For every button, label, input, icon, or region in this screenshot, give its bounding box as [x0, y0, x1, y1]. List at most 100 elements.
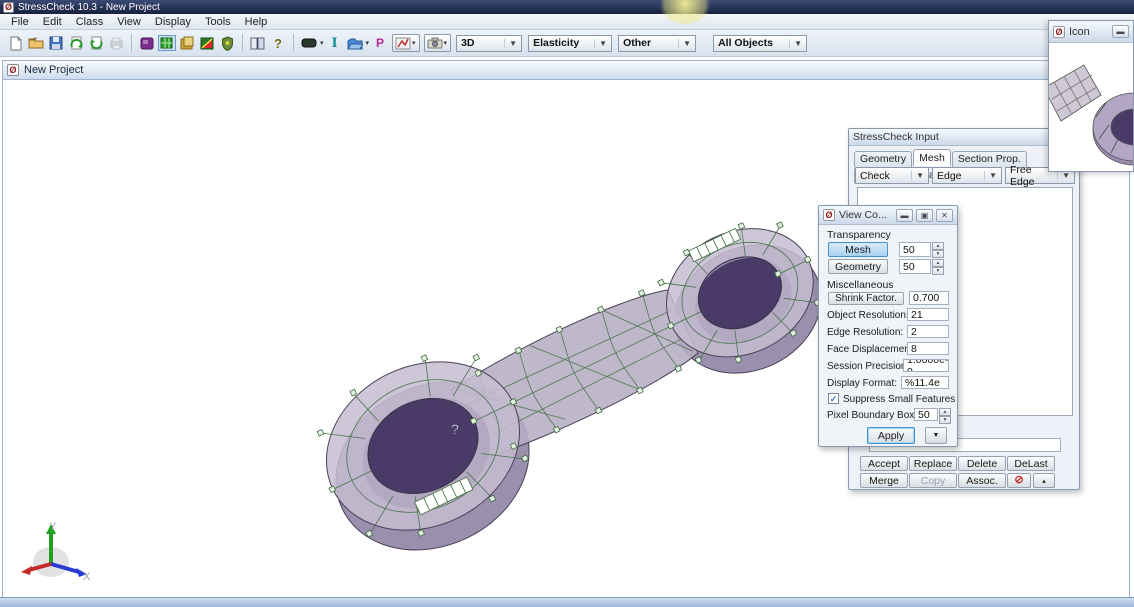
points-toggle-icon[interactable]: P: [371, 35, 389, 51]
scroll-up-icon[interactable]: ▴: [1033, 473, 1055, 488]
view-controls-dialog[interactable]: Ø View Co... ▬ ▣ ✕ Transparency Mesh 50 …: [818, 205, 958, 447]
save-icon[interactable]: [47, 35, 65, 51]
open-folder-icon[interactable]: [27, 35, 45, 51]
project-window-logo-icon: Ø: [7, 64, 19, 76]
svg-text:X: X: [83, 571, 91, 583]
chevron-down-icon: ▼: [984, 171, 997, 180]
input-object-combo[interactable]: Edge▼: [932, 167, 1002, 184]
menu-class[interactable]: Class: [69, 15, 111, 29]
select-filter-combo-value: All Objects: [718, 37, 773, 49]
chevron-down-icon: ▼: [678, 39, 691, 48]
session-precision-field[interactable]: 1.0000e-0: [903, 359, 949, 372]
pixel-boundary-box-spinner[interactable]: ▲▼: [939, 408, 951, 421]
layers-folder-icon[interactable]: [346, 35, 364, 51]
input-method-combo[interactable]: Check▼: [855, 167, 929, 184]
svg-text:Y: Y: [49, 521, 57, 533]
plot-tool-dropdown[interactable]: ▾: [392, 34, 420, 52]
export-model-icon[interactable]: [87, 35, 105, 51]
menu-file[interactable]: File: [4, 15, 36, 29]
session-precision-label: Session Precision:: [827, 361, 909, 372]
tab-geometry[interactable]: Geometry: [854, 151, 912, 167]
geometry-transparency-spinner[interactable]: ▲▼: [932, 259, 944, 274]
reference-combo[interactable]: Other▼: [618, 35, 696, 52]
select-filter-combo[interactable]: All Objects▼: [713, 35, 807, 52]
delete-button[interactable]: Delete: [958, 456, 1006, 471]
icon-window-model-preview: [1049, 43, 1133, 171]
menu-edit[interactable]: Edit: [36, 15, 69, 29]
dimension-combo[interactable]: 3D▼: [456, 35, 522, 52]
icon-window-title: Icon: [1069, 26, 1090, 38]
view-dialog-maximize-button[interactable]: ▣: [916, 209, 933, 222]
geometry-transparency-field[interactable]: 50: [899, 259, 931, 274]
mesh-transparency-field[interactable]: 50: [899, 242, 931, 257]
input-dialog-title: StressCheck Input: [853, 131, 939, 143]
plot-flag-icon[interactable]: [198, 35, 216, 51]
discipline-combo[interactable]: Elasticity▼: [528, 35, 612, 52]
apply-options-dropdown[interactable]: ▼: [925, 427, 947, 444]
material-dropdown-arrow[interactable]: ▾: [320, 39, 324, 47]
import-model-icon[interactable]: [67, 35, 85, 51]
app-titlebar: Ø StressCheck 10.3 - New Project: [0, 0, 1134, 14]
edge-resolution-label: Edge Resolution:: [827, 327, 903, 338]
replace-button[interactable]: Replace: [909, 456, 957, 471]
pixel-boundary-box-label: Pixel Boundary Box:: [827, 410, 917, 421]
apply-button[interactable]: Apply: [867, 427, 915, 444]
suppress-small-features-checkbox[interactable]: ✓: [828, 393, 839, 404]
view-dialog-logo-icon: Ø: [823, 209, 835, 221]
geometry-transparency-button[interactable]: Geometry: [828, 259, 888, 274]
material-swatch-icon[interactable]: [300, 35, 318, 51]
accept-button[interactable]: Accept: [860, 456, 908, 471]
face-displacement-field[interactable]: 8: [907, 342, 949, 355]
edge-resolution-field[interactable]: 2: [907, 325, 949, 338]
toolbar-separator: [242, 34, 243, 52]
menu-bar: File Edit Class View Display Tools Help: [0, 14, 1134, 30]
view-dialog-close-button[interactable]: ✕: [936, 209, 953, 222]
copy-button[interactable]: Copy: [909, 473, 957, 488]
view-dialog-minimize-button[interactable]: ▬: [896, 209, 913, 222]
shield-check-icon[interactable]: [218, 35, 236, 51]
class-objects-icon[interactable]: [138, 35, 156, 51]
delast-button[interactable]: DeLast: [1007, 456, 1055, 471]
info-book-icon[interactable]: [249, 35, 267, 51]
shrink-factor-field[interactable]: 0.700: [909, 291, 949, 305]
view-dialog-titlebar[interactable]: Ø View Co... ▬ ▣ ✕: [819, 206, 957, 225]
merge-button[interactable]: Merge: [860, 473, 908, 488]
icon-window[interactable]: Ø Icon ▬: [1048, 20, 1134, 172]
help-icon[interactable]: ?: [269, 35, 287, 51]
icon-window-titlebar[interactable]: Ø Icon ▬: [1049, 21, 1133, 43]
object-files-icon[interactable]: [178, 35, 196, 51]
object-resolution-field[interactable]: 21: [907, 308, 949, 321]
chevron-down-icon: ▼: [594, 39, 607, 48]
icon-window-minimize-button[interactable]: ▬: [1112, 25, 1129, 38]
face-displacement-label: Face Displacement:: [827, 344, 915, 355]
capture-tool-arrow[interactable]: ▾: [444, 39, 448, 47]
toolbar-separator: [131, 34, 132, 52]
capture-tool-dropdown[interactable]: ▾: [424, 34, 452, 52]
plot-tool-arrow[interactable]: ▾: [412, 39, 416, 47]
miscellaneous-section-label: Miscellaneous: [827, 279, 894, 291]
new-document-icon[interactable]: [7, 35, 25, 51]
menu-tools[interactable]: Tools: [198, 15, 238, 29]
model-query-annotation: ?: [451, 421, 459, 437]
app-title: StressCheck 10.3 - New Project: [18, 2, 160, 13]
menu-display[interactable]: Display: [148, 15, 198, 29]
menu-help[interactable]: Help: [238, 15, 275, 29]
status-bar: [0, 597, 1134, 607]
ibeam-section-icon[interactable]: I: [326, 35, 344, 51]
input-dialog-titlebar[interactable]: StressCheck Input ▫: [849, 129, 1079, 146]
shrink-factor-button[interactable]: Shrink Factor.: [828, 292, 904, 305]
print-icon[interactable]: [107, 35, 125, 51]
mesh-transparency-spinner[interactable]: ▲▼: [932, 242, 944, 257]
transparency-section-label: Transparency: [827, 229, 891, 241]
project-window-titlebar[interactable]: Ø New Project: [2, 60, 1130, 80]
menu-view[interactable]: View: [110, 15, 148, 29]
tab-mesh[interactable]: Mesh: [913, 149, 951, 166]
suppress-small-features-label: Suppress Small Features: [843, 394, 955, 405]
mesh-transparency-button[interactable]: Mesh: [828, 242, 888, 257]
layers-dropdown-arrow[interactable]: ▾: [366, 39, 370, 47]
pixel-boundary-box-field[interactable]: 50: [914, 408, 938, 421]
assoc-button[interactable]: Assoc.: [958, 473, 1006, 488]
block-icon[interactable]: ⊘: [1007, 473, 1031, 488]
mesh-display-icon[interactable]: [158, 35, 176, 51]
display-format-field[interactable]: %11.4e: [901, 376, 949, 389]
